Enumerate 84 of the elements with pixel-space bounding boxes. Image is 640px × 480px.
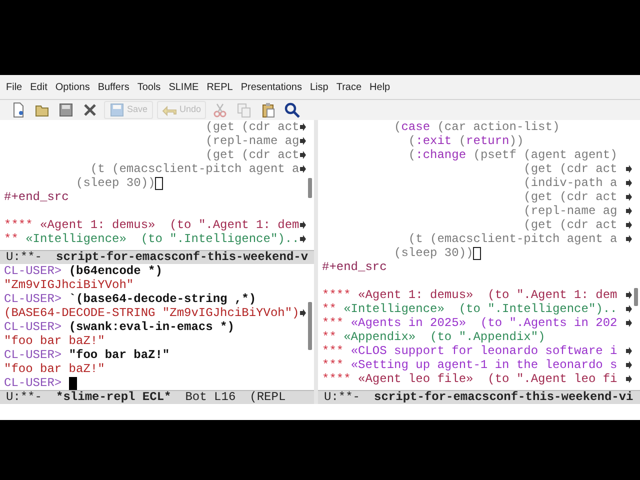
keyword-text: :exit [416, 134, 452, 148]
buffer-name: script-for-emacsconf-this-weekend-v [56, 251, 308, 264]
code-text: (get (cdr act [524, 162, 618, 176]
heading-text: «Agent leo file» (to ".Agent leo fi [358, 372, 618, 386]
heading-stars: *** [322, 358, 344, 372]
code-text: ( [458, 134, 466, 148]
copy-icon [236, 102, 252, 118]
repl-input[interactable]: (swank:eval-in-emacs *) [68, 320, 234, 334]
heading-stars: **** [4, 218, 33, 232]
repl-prompt: CL-USER> [4, 264, 62, 278]
code-text: (indiv-path a [524, 176, 618, 190]
heading-text: «Intelligence» (to ".Intelligence").. [344, 302, 618, 316]
code-text: (get (cdr act [206, 148, 300, 162]
menu-item[interactable]: Lisp [306, 80, 332, 94]
repl-prompt: CL-USER> [4, 348, 62, 362]
repl-input[interactable]: (b64encode *) [68, 264, 162, 278]
scrollbar-thumb[interactable] [634, 288, 638, 306]
heading-text: «Agent 1: demus» (to ".Agent 1: dem [358, 288, 618, 302]
repl-prompt: CL-USER> [4, 292, 62, 306]
menu-item[interactable]: Tools [133, 80, 165, 94]
modeline-status: U:**- [6, 391, 42, 404]
repl-input[interactable]: "foo bar baZ!" [68, 348, 170, 362]
code-text: (t (emacsclient-pitch agent a [408, 232, 618, 246]
heading-text: «Intelligence» (to ".Intelligence").. [26, 232, 300, 246]
buffer-name: script-for-emacsconf-this-weekend-vi [374, 391, 634, 404]
scrollbar-thumb[interactable] [308, 302, 312, 350]
clipboard-icon [260, 102, 276, 118]
line-position: Bot L16 [185, 391, 236, 404]
heading-text: «Setting up agent-1 in the leonardo s [350, 358, 618, 372]
code-text: (repl-name ag [524, 204, 618, 218]
menu-item[interactable]: Trace [332, 80, 366, 94]
heading-stars: ** [322, 330, 336, 344]
keyword-text: case [401, 120, 430, 134]
repl-prompt: CL-USER> [4, 376, 62, 390]
search-icon [284, 102, 300, 118]
code-text: (get (cdr act [524, 190, 618, 204]
org-keyword: #+end_src [322, 260, 387, 274]
menu-item[interactable]: Presentations [236, 80, 306, 94]
code-text: (get (cdr act [524, 218, 618, 232]
menu-item[interactable]: File [2, 80, 26, 94]
code-text: )) [509, 134, 524, 148]
repl-prompt: CL-USER> [4, 320, 62, 334]
heading-stars: **** [322, 372, 351, 386]
heading-text: «Agents in 2025» (to ".Agents in 202 [350, 316, 618, 330]
code-text: (psetf (agent agent) [473, 148, 618, 162]
heading-stars: *** [322, 344, 344, 358]
close-icon [82, 102, 98, 118]
heading-stars: *** [322, 316, 344, 330]
modeline-status: U:**- [324, 391, 360, 404]
code-text: (get (cdr act [206, 120, 300, 134]
buffer-name: *slime-repl ECL* [56, 391, 172, 404]
menu-item[interactable]: SLIME [164, 80, 203, 94]
code-text: (repl-name ag [206, 134, 300, 148]
scrollbar-thumb[interactable] [308, 178, 312, 198]
heading-text: «CLOS support for leonardo software i [350, 344, 618, 358]
menu-item[interactable]: Edit [26, 80, 52, 94]
repl-output: (BASE64-DECODE-STRING "Zm9vIGJhciBiYVoh") [4, 306, 300, 320]
major-mode: (REPL [250, 391, 286, 404]
menu-item[interactable]: Options [51, 80, 94, 94]
menu-item[interactable]: Buffers [94, 80, 134, 94]
heading-stars: ** [4, 232, 18, 246]
menu-item[interactable]: REPL [202, 80, 237, 94]
code-text: (t (emacsclient-pitch agent a [90, 162, 300, 176]
heading-text: «Agent 1: demus» (to ".Agent 1: dem [40, 218, 300, 232]
repl-output: "foo bar baZ!" [4, 334, 105, 348]
heading-text: «Appendix» (to ".Appendix") [344, 330, 546, 344]
heading-stars: ** [322, 302, 336, 316]
modeline-status: U:**- [6, 251, 42, 264]
code-text: (car action-list) [437, 120, 560, 134]
scissors-icon [212, 102, 228, 118]
menu-item[interactable]: Help [366, 80, 394, 94]
repl-output: "Zm9vIGJhciBiYVoh" [4, 278, 134, 292]
keyword-text: return [466, 134, 510, 148]
repl-output: "foo bar baZ!" [4, 362, 105, 376]
code-text: ( [408, 148, 416, 162]
heading-stars: **** [322, 288, 351, 302]
toolbar-button[interactable] [282, 101, 302, 119]
code-text: ( [394, 120, 402, 134]
org-keyword: #+end_src [4, 190, 69, 204]
code-text: ( [408, 134, 416, 148]
code-text: (sleep 30)) [394, 246, 474, 260]
code-text: (sleep 30)) [76, 176, 156, 190]
repl-input[interactable]: `(base64-decode-string ,*) [68, 292, 256, 306]
keyword-text: :change [416, 148, 466, 162]
